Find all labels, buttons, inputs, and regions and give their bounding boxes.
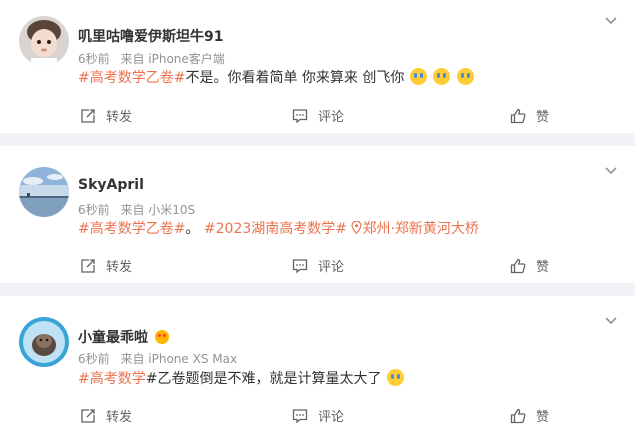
chevron-down-icon[interactable] xyxy=(604,13,618,27)
comment-icon xyxy=(292,258,308,273)
repost-button[interactable]: 转发 xyxy=(80,256,132,275)
crying-emoji-icon xyxy=(409,68,427,85)
post-card: 小童最乖啦 6秒前 来自 iPhone XS Max #高考数学#乙卷题倒是不难… xyxy=(0,296,635,429)
chevron-down-icon[interactable] xyxy=(604,163,618,177)
repost-button[interactable]: 转发 xyxy=(80,406,132,425)
comment-button[interactable]: 评论 xyxy=(292,406,344,425)
like-button[interactable]: 赞 xyxy=(510,406,549,425)
location-link[interactable]: 郑州·郑新黄河大桥 xyxy=(351,220,479,237)
post-source: 来自 iPhone客户端 xyxy=(120,52,225,66)
username[interactable]: 小童最乖啦 xyxy=(78,327,169,347)
repost-icon xyxy=(81,258,95,273)
hashtag-link[interactable]: #2023湖南高考数学# xyxy=(204,221,347,237)
chevron-down-icon[interactable] xyxy=(604,313,618,327)
hashtag-link[interactable]: #高考数学乙卷# xyxy=(78,70,185,86)
post-time[interactable]: 6秒前 xyxy=(78,203,110,217)
post-content: #高考数学乙卷#不是。你看着简单 你来算来 创飞你 xyxy=(78,68,475,88)
location-text: 郑州·郑新黄河大桥 xyxy=(362,221,479,237)
repost-label: 转发 xyxy=(106,410,133,425)
comment-icon xyxy=(292,108,308,123)
avatar[interactable] xyxy=(19,167,69,217)
post-text: #乙卷题倒是不难，就是计算量太大了 xyxy=(145,371,382,387)
comment-icon xyxy=(292,408,308,423)
avatar[interactable] xyxy=(19,16,69,66)
post-text: 。 xyxy=(185,221,200,237)
repost-label: 转发 xyxy=(106,260,133,275)
crying-emoji-icon xyxy=(433,68,451,85)
repost-icon xyxy=(81,408,95,423)
comment-label: 评论 xyxy=(318,110,345,125)
username[interactable]: 叽里咕噜爱伊斯坦牛91 xyxy=(78,26,223,46)
repost-icon xyxy=(81,108,95,123)
location-pin-icon xyxy=(351,220,363,235)
post-text: 不是。你看着简单 你来算来 创飞你 xyxy=(185,70,405,86)
hashtag-link[interactable]: #高考数学乙卷# xyxy=(78,221,185,237)
comment-label: 评论 xyxy=(318,410,345,425)
post-content: #高考数学乙卷#。 #2023湖南高考数学# 郑州·郑新黄河大桥 xyxy=(78,219,479,239)
comment-button[interactable]: 评论 xyxy=(292,256,344,275)
thumbs-up-icon xyxy=(510,258,526,273)
repost-button[interactable]: 转发 xyxy=(80,106,132,125)
comment-label: 评论 xyxy=(318,260,345,275)
crying-emoji-icon xyxy=(456,68,474,85)
post-meta: 6秒前 来自 iPhone XS Max xyxy=(78,350,244,367)
action-bar: 转发 评论 赞 xyxy=(0,406,635,426)
like-label: 赞 xyxy=(536,410,550,425)
like-button[interactable]: 赞 xyxy=(510,256,549,275)
hashtag-link[interactable]: #高考数学 xyxy=(78,371,146,387)
like-label: 赞 xyxy=(536,110,550,125)
post-time[interactable]: 6秒前 xyxy=(78,352,110,366)
comment-button[interactable]: 评论 xyxy=(292,106,344,125)
avatar[interactable] xyxy=(19,317,69,367)
thumbs-up-icon xyxy=(510,408,526,423)
post-card: SkyApril 6秒前 来自 小米10S #高考数学乙卷#。 #2023湖南高… xyxy=(0,146,635,283)
username[interactable]: SkyApril xyxy=(78,177,144,193)
like-button[interactable]: 赞 xyxy=(510,106,549,125)
post-source: 来自 iPhone XS Max xyxy=(120,352,238,366)
action-bar: 转发 评论 赞 xyxy=(0,256,635,276)
feed: 叽里咕噜爱伊斯坦牛91 6秒前 来自 iPhone客户端 #高考数学乙卷#不是。… xyxy=(0,0,635,429)
post-card: 叽里咕噜爱伊斯坦牛91 6秒前 来自 iPhone客户端 #高考数学乙卷#不是。… xyxy=(0,0,635,133)
post-content: #高考数学#乙卷题倒是不难，就是计算量太大了 xyxy=(78,369,405,389)
repost-label: 转发 xyxy=(106,110,133,125)
post-meta: 6秒前 来自 iPhone客户端 xyxy=(78,50,232,67)
username-text: 小童最乖啦 xyxy=(78,330,148,346)
crying-emoji-icon xyxy=(386,369,404,386)
post-source: 来自 小米10S xyxy=(120,203,196,217)
thumbs-up-icon xyxy=(510,108,526,123)
like-label: 赞 xyxy=(536,260,550,275)
action-bar: 转发 评论 赞 xyxy=(0,106,635,126)
post-meta: 6秒前 来自 小米10S xyxy=(78,201,202,218)
post-time[interactable]: 6秒前 xyxy=(78,52,110,66)
member-badge-icon xyxy=(154,330,169,344)
